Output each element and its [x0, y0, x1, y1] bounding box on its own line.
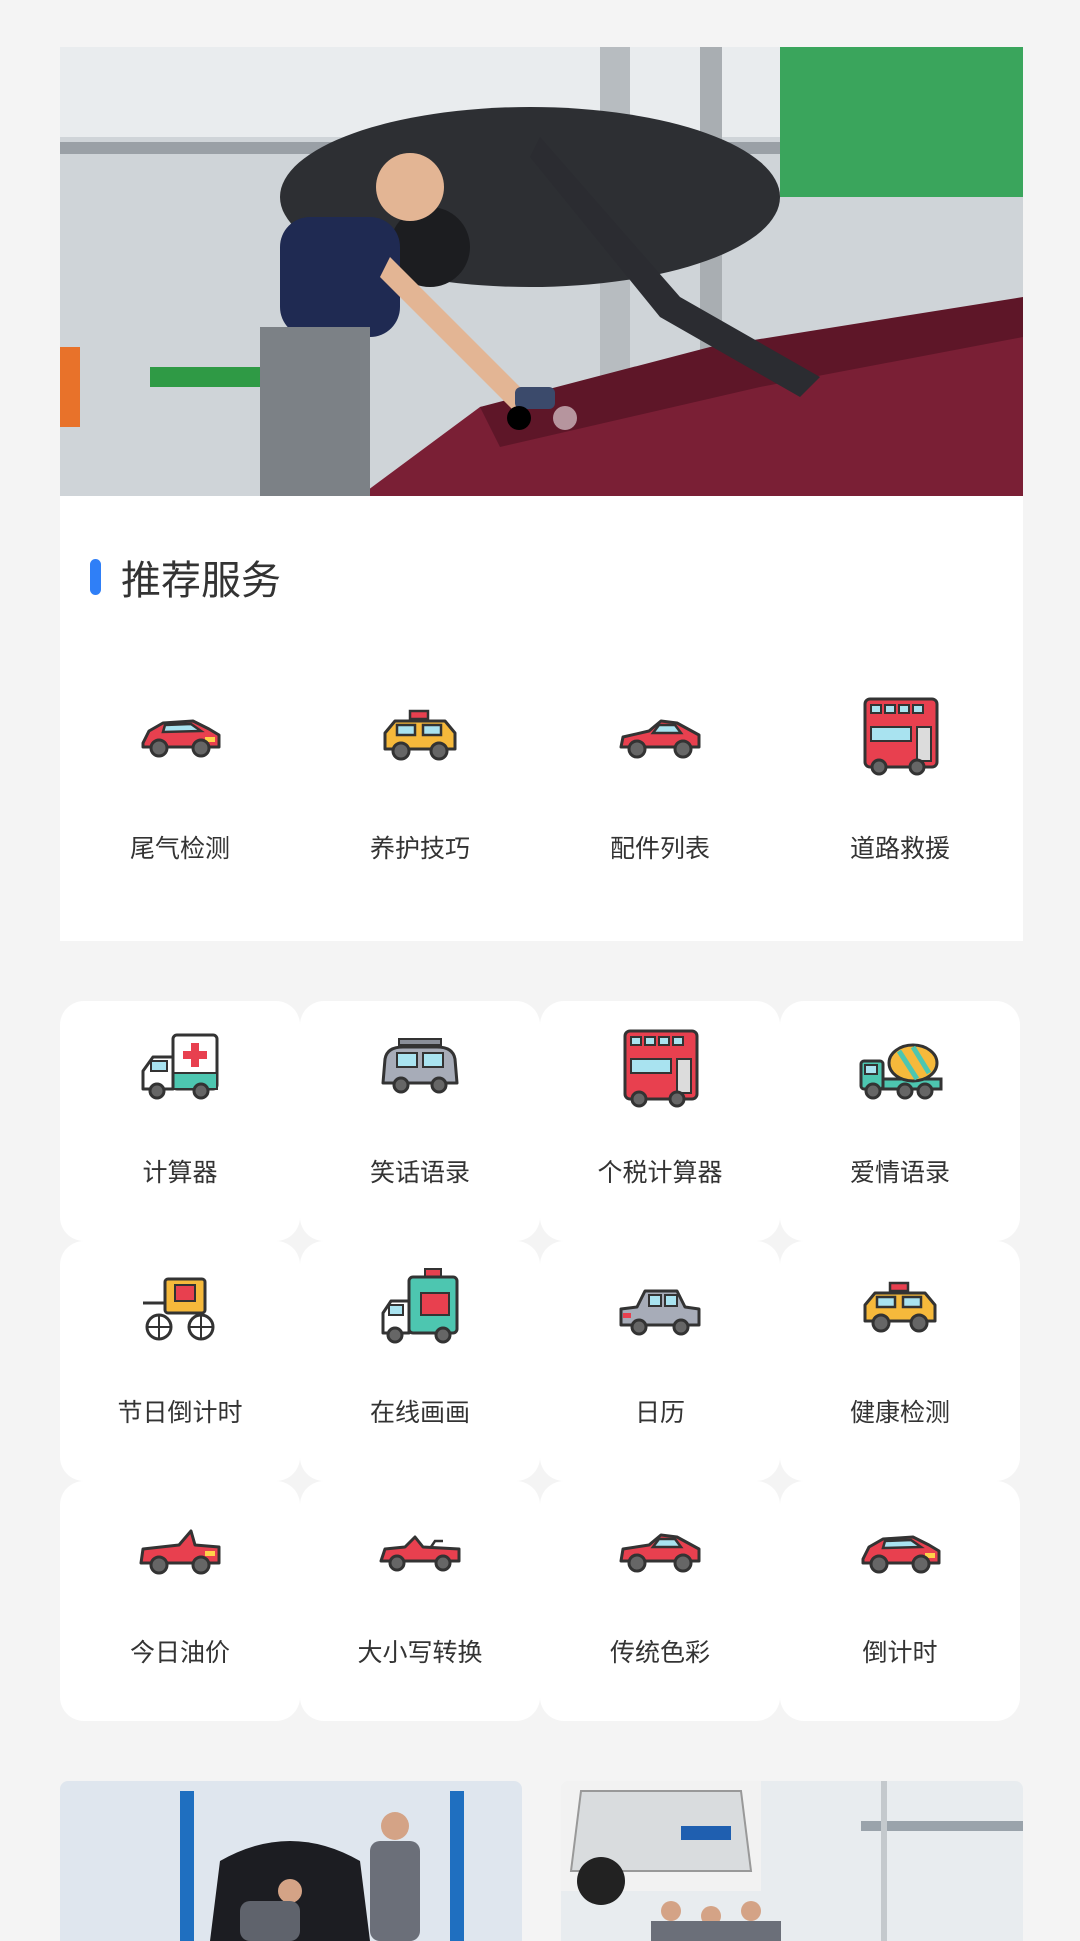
recommended-services-panel: 推荐服务 尾气检测 养护技巧 配件列表 道路救援	[60, 496, 1023, 941]
carousel-indicators	[60, 406, 1023, 430]
double-decker-bus-icon	[623, 1029, 699, 1108]
grid-item-label: 日历	[634, 1398, 685, 1427]
recommended-row: 尾气检测 养护技巧 配件列表 道路救援	[60, 691, 1023, 865]
recommended-item-label: 配件列表	[609, 834, 710, 863]
grid-item[interactable]: 传统色彩	[540, 1481, 780, 1721]
grid-item[interactable]: 倒计时	[780, 1481, 1020, 1721]
car-lift-workshop-photo	[561, 1781, 1023, 1941]
grid-item-label: 健康检测	[849, 1398, 950, 1427]
grid-item[interactable]: 大小写转换	[300, 1481, 540, 1721]
mechanics-under-hood-photo	[60, 1781, 522, 1941]
grid-item-label: 笑话语录	[369, 1158, 470, 1187]
recommended-item[interactable]: 尾气检测	[60, 691, 300, 865]
app-page: 推荐服务 尾气检测 养护技巧 配件列表 道路救援 计算器 笑话语录 个税计算器 …	[0, 0, 1080, 1941]
delivery-truck-icon	[381, 1268, 459, 1344]
grid-item-label: 大小写转换	[357, 1638, 483, 1667]
grid-item-label: 个税计算器	[597, 1158, 723, 1187]
section-title-text: 推荐服务	[121, 558, 281, 604]
grid-item[interactable]: 健康检测	[780, 1241, 1020, 1481]
double-decker-bus-icon	[863, 697, 939, 776]
recommended-item-label: 尾气检测	[129, 834, 230, 863]
sedan-red-icon	[141, 719, 221, 758]
sports-car-red-icon	[619, 1533, 701, 1573]
carriage-icon	[143, 1277, 215, 1341]
photo-card-left[interactable]	[60, 1781, 522, 1941]
recommended-item[interactable]: 道路救援	[780, 691, 1020, 865]
recommended-item[interactable]: 配件列表	[540, 691, 780, 865]
title-accent-bar	[90, 559, 101, 595]
section-title: 推荐服务	[90, 548, 281, 606]
carousel-dot-active[interactable]	[506, 406, 531, 430]
sports-car-red-icon	[619, 719, 701, 759]
grid-item-label: 爱情语录	[849, 1158, 950, 1187]
taxi-yellow-icon	[383, 709, 457, 761]
grid-item-label: 计算器	[142, 1158, 218, 1187]
carousel-dot[interactable]	[552, 406, 577, 430]
recommended-item-label: 养护技巧	[369, 834, 470, 863]
grid-item-label: 今日油价	[129, 1638, 230, 1667]
gray-sedan-icon	[619, 1289, 701, 1336]
photo-card-right[interactable]	[561, 1781, 1023, 1941]
grid-item[interactable]: 节日倒计时	[60, 1241, 300, 1481]
grid-item[interactable]: 今日油价	[60, 1481, 300, 1721]
ambulance-icon	[141, 1033, 219, 1100]
grid-item[interactable]: 在线画画	[300, 1241, 540, 1481]
sedan-red-icon	[861, 1535, 941, 1574]
grid-item[interactable]: 日历	[540, 1241, 780, 1481]
taxi-yellow-icon	[863, 1281, 937, 1333]
grid-item[interactable]: 计算器	[60, 1001, 300, 1241]
grid-item[interactable]: 笑话语录	[300, 1001, 540, 1241]
banner-carousel[interactable]	[60, 47, 1023, 496]
recommended-item[interactable]: 养护技巧	[300, 691, 540, 865]
camper-van-icon	[381, 1038, 459, 1094]
function-grid: 计算器 笑话语录 个税计算器 爱情语录 节日倒计时 在线画画 日历 健康检测 今…	[60, 1001, 1020, 1721]
cement-mixer-truck-icon	[859, 1043, 943, 1100]
grid-item[interactable]: 爱情语录	[780, 1001, 1020, 1241]
grid-item-label: 传统色彩	[609, 1638, 710, 1667]
roadster-red-icon	[379, 1535, 461, 1572]
recommended-item-label: 道路救援	[849, 834, 950, 863]
grid-item-label: 倒计时	[862, 1638, 938, 1667]
grid-item-label: 节日倒计时	[117, 1398, 243, 1427]
convertible-red-icon	[139, 1529, 221, 1575]
grid-item-label: 在线画画	[369, 1398, 470, 1427]
grid-item[interactable]: 个税计算器	[540, 1001, 780, 1241]
